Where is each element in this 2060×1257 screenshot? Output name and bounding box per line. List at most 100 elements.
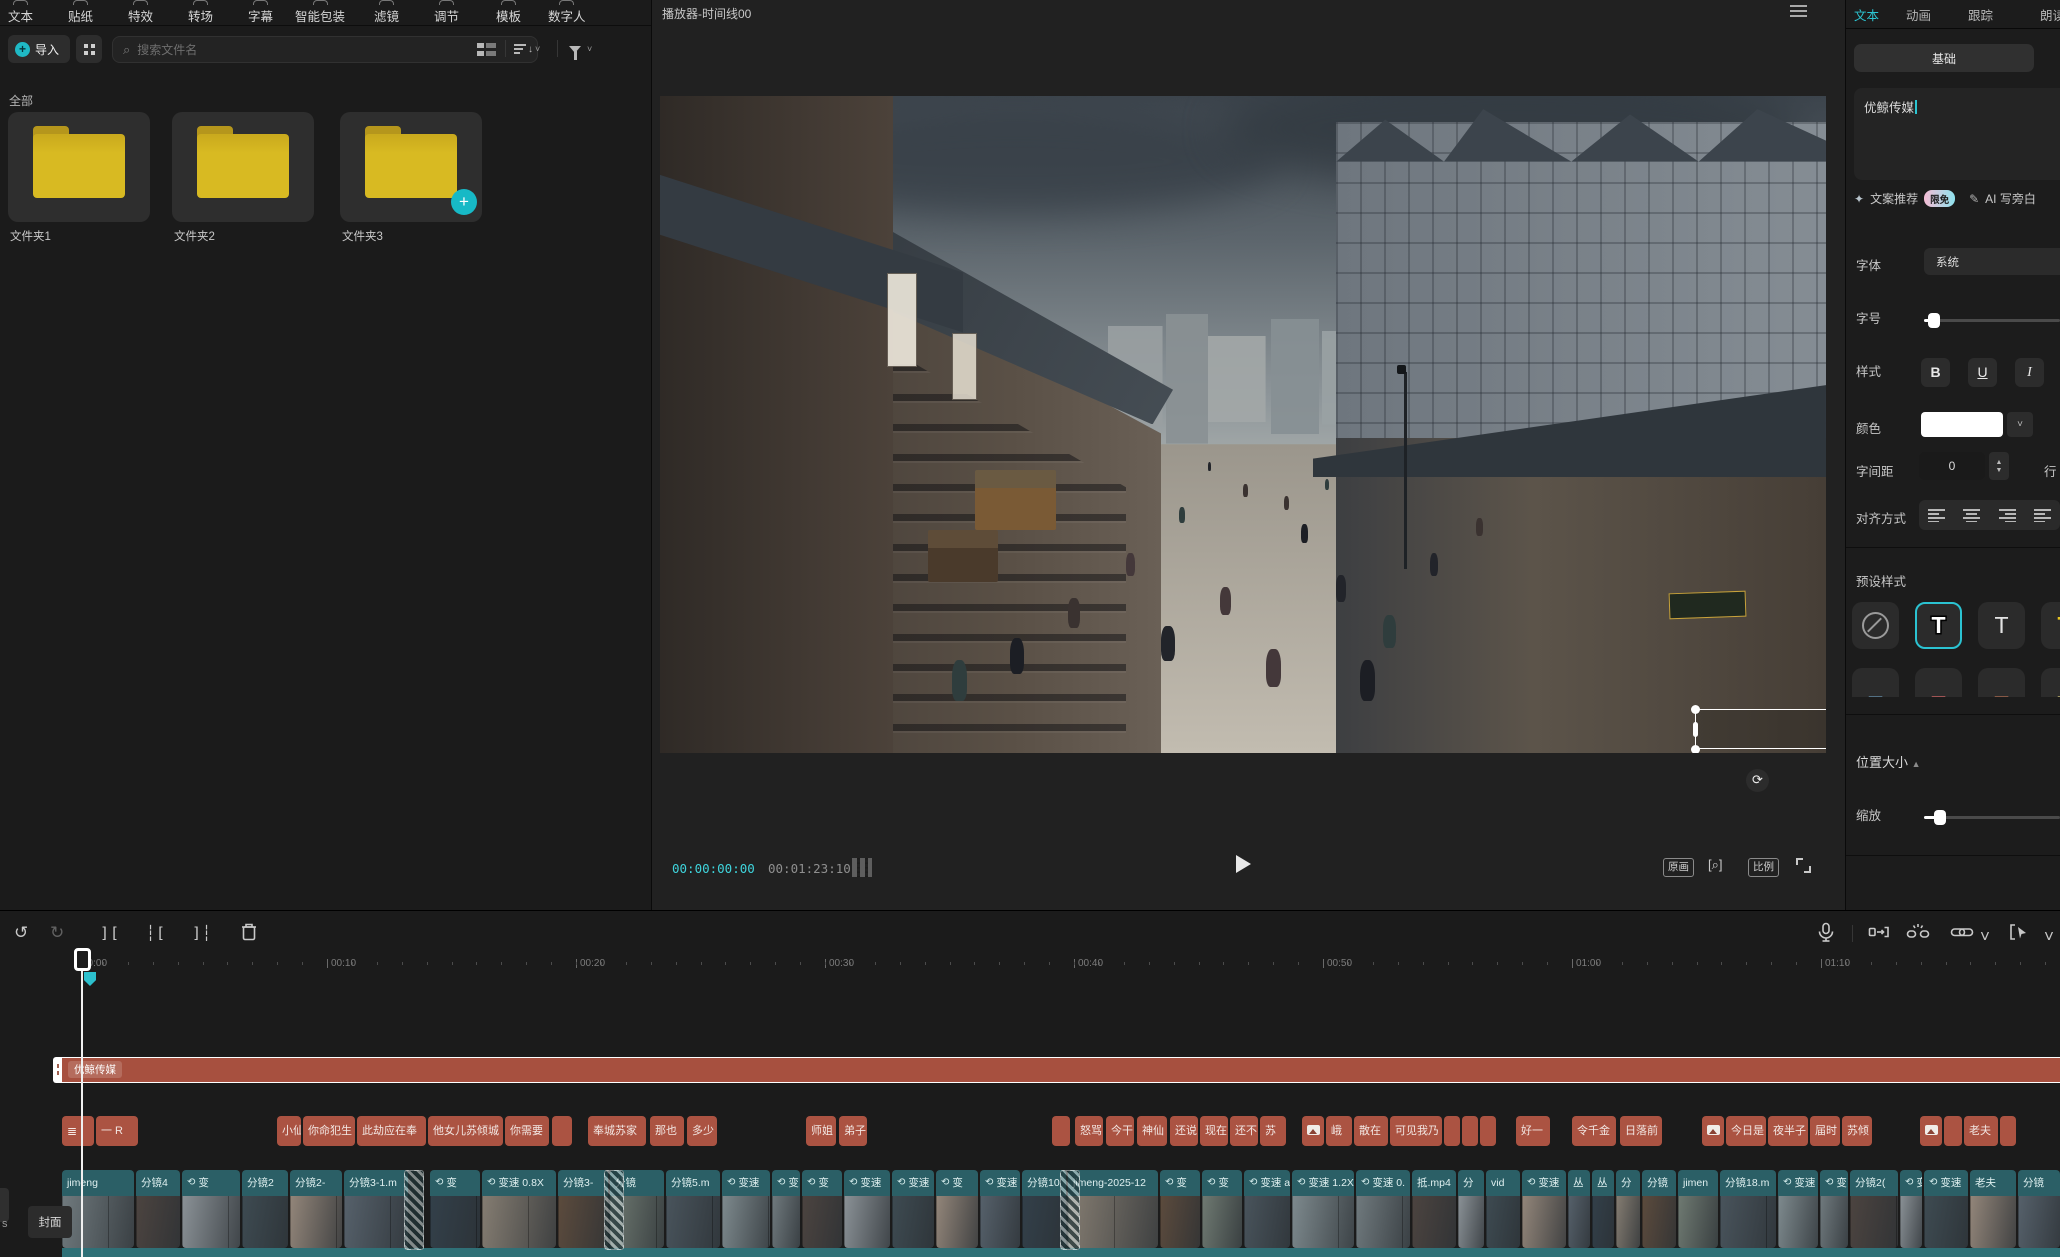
video-clip[interactable]: jimeng [62, 1170, 134, 1248]
subtitle-clip[interactable]: 今干 [1106, 1116, 1134, 1146]
clip-trim-handle[interactable] [53, 1057, 62, 1083]
video-clip[interactable]: ⟲变速 [844, 1170, 890, 1248]
subtitle-clip[interactable] [552, 1116, 572, 1146]
selection-handle[interactable] [1693, 722, 1698, 737]
video-clip[interactable]: ⟲变 [430, 1170, 480, 1248]
selection-handle[interactable] [1691, 705, 1700, 714]
subtitle-clip[interactable]: 日落前 [1620, 1116, 1662, 1146]
subtitle-clip[interactable]: 散在 [1354, 1116, 1388, 1146]
menu-tab-2[interactable]: 特效 [128, 0, 153, 25]
properties-tab-1[interactable]: 动画 [1906, 5, 1931, 24]
preset-style-0[interactable] [1852, 602, 1899, 649]
video-clip[interactable]: ⟲变 [1900, 1170, 1922, 1248]
folder-card[interactable] [8, 112, 150, 222]
subtitle-clip[interactable] [2000, 1116, 2016, 1146]
subtitle-clip[interactable] [1462, 1116, 1478, 1146]
video-clip[interactable]: ⟲变 [1820, 1170, 1848, 1248]
video-clip[interactable]: 分镜2 [242, 1170, 288, 1248]
fullscreen-icon[interactable] [1796, 858, 1811, 873]
video-clip[interactable]: 分镜 [1642, 1170, 1676, 1248]
preset-style-5[interactable]: T [1915, 668, 1962, 697]
underline-button[interactable]: U [1968, 358, 1997, 387]
video-clip[interactable]: 抵.mp4 [1412, 1170, 1456, 1248]
transition-marker[interactable] [404, 1170, 424, 1250]
subtitle-clip[interactable]: 那也 [650, 1116, 684, 1146]
font-dropdown[interactable]: 系统 [1924, 248, 2060, 275]
preset-style-3[interactable]: T [2041, 602, 2060, 649]
menu-tab-8[interactable]: 模板 [496, 0, 521, 25]
text-content-input[interactable]: 优鲸传媒 [1854, 88, 2060, 180]
search-input[interactable]: ⌕ 搜索文件名 [112, 36, 538, 63]
video-clip[interactable]: ⟲变 [1202, 1170, 1242, 1248]
video-clip[interactable]: 分镜 [2018, 1170, 2060, 1248]
italic-button[interactable]: I [2015, 358, 2044, 387]
subtitle-clip[interactable]: 还不 [1230, 1116, 1258, 1146]
subtitle-clip[interactable]: 现在 [1200, 1116, 1228, 1146]
video-clip[interactable]: ⟲变 [802, 1170, 842, 1248]
menu-tab-7[interactable]: 调节 [434, 0, 459, 25]
menu-tab-3[interactable]: 转场 [188, 0, 213, 25]
timeline-ruler[interactable]: 00:00 00:10 00:20 00:30 00:40 00:50 01:0… [0, 955, 2060, 977]
grid-view-icon[interactable] [477, 40, 497, 58]
video-preview[interactable] [660, 96, 1826, 753]
selection-handle[interactable] [1691, 745, 1700, 753]
text-overlay-selection[interactable] [1695, 709, 1826, 749]
video-clip[interactable]: ⟲变 [182, 1170, 240, 1248]
video-clip[interactable]: jimeng-2025-12 [1068, 1170, 1158, 1248]
select-chevron-icon[interactable]: ˅ [2044, 926, 2054, 948]
subtitle-clip[interactable]: 你需要 [505, 1116, 549, 1146]
subtitle-clip[interactable] [1480, 1116, 1496, 1146]
subtitle-clip[interactable]: 苏 [1260, 1116, 1286, 1146]
video-clip[interactable]: 分镜2- [290, 1170, 342, 1248]
split-icon[interactable]: ][ [100, 922, 120, 944]
video-clip[interactable]: ⟲变速 [1778, 1170, 1818, 1248]
subtitle-clip[interactable]: 可见我乃 [1390, 1116, 1442, 1146]
preview-zoom-icon[interactable]: [⌕] [1708, 857, 1723, 873]
video-clip[interactable]: ⟲变 [936, 1170, 978, 1248]
menu-tab-4[interactable]: 字幕 [248, 0, 273, 25]
cover-button[interactable]: 封面 [28, 1206, 72, 1238]
aspect-ratio-button[interactable]: 比例 [1748, 858, 1779, 877]
align-left-icon[interactable] [2034, 509, 2051, 522]
add-to-track-icon[interactable]: + [451, 189, 477, 215]
text-track-clip[interactable]: 优鲸传媒 [62, 1057, 2060, 1083]
video-clip[interactable]: 分镜3-1.m [344, 1170, 408, 1248]
preset-style-2[interactable]: T [1978, 602, 2025, 649]
folder-card[interactable]: + [340, 112, 482, 222]
video-clip[interactable]: ⟲变速 0. [1356, 1170, 1410, 1248]
playhead[interactable] [81, 948, 83, 1257]
subtitle-clip[interactable] [1944, 1116, 1962, 1146]
preset-style-1[interactable]: T [1915, 602, 1962, 649]
slider-handle[interactable] [1934, 810, 1946, 825]
menu-tab-1[interactable]: 贴纸 [68, 0, 93, 25]
video-clip[interactable]: ⟲变速 [892, 1170, 934, 1248]
subtitle-clip[interactable] [1444, 1116, 1460, 1146]
subtitle-clip[interactable]: 怒骂 [1075, 1116, 1103, 1146]
subtitle-clip[interactable]: 多少 [687, 1116, 717, 1146]
video-clip[interactable]: ⟲变速 [722, 1170, 770, 1248]
video-clip[interactable]: ⟲变速 1.2X [1292, 1170, 1354, 1248]
subtitle-clip[interactable] [1920, 1116, 1942, 1146]
video-clip[interactable]: ⟲变速 a [1244, 1170, 1290, 1248]
play-button[interactable] [1236, 855, 1251, 873]
subtitle-clip[interactable]: 神仙 [1137, 1116, 1167, 1146]
subtitle-clip[interactable]: 你命犯生 [303, 1116, 355, 1146]
video-clip[interactable]: ⟲变速 [1924, 1170, 1968, 1248]
copy-suggest-button[interactable]: 文案推荐 [1870, 190, 1918, 207]
slider-handle[interactable] [1928, 313, 1940, 328]
subtitle-clip[interactable]: 还说 [1170, 1116, 1198, 1146]
subtitle-clip[interactable] [1052, 1116, 1070, 1146]
video-clip[interactable]: ⟲变 [772, 1170, 800, 1248]
transition-marker[interactable] [1060, 1170, 1080, 1250]
player-menu-icon[interactable] [1790, 4, 1807, 18]
magnetic-link-icon[interactable] [1906, 922, 1930, 944]
subtitle-clip[interactable]: 小仙 [277, 1116, 301, 1146]
video-clip[interactable]: 分镜2( [1850, 1170, 1898, 1248]
subtitle-clip[interactable]: 弟子 [839, 1116, 867, 1146]
playhead-handle[interactable] [74, 948, 91, 971]
preset-style-4[interactable]: T [1852, 668, 1899, 697]
subtitle-clip[interactable]: 苏倾 [1842, 1116, 1872, 1146]
scale-slider[interactable] [1924, 816, 2060, 819]
align-center-icon[interactable] [1963, 509, 1980, 522]
tab-basic[interactable]: 基础 [1854, 44, 2034, 72]
